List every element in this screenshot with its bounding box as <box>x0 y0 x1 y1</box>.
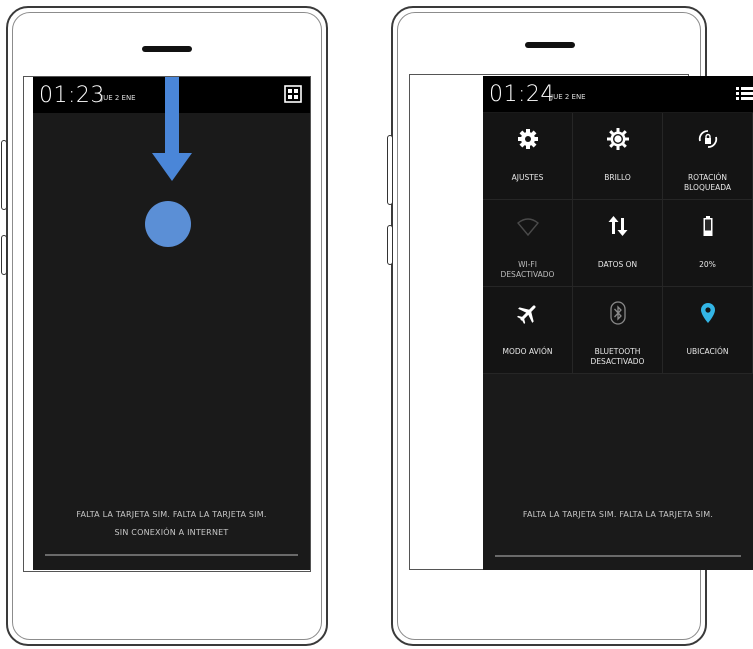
clock: 01:24 <box>489 82 555 107</box>
data-arrows-icon <box>608 216 627 236</box>
tile-bluetooth[interactable]: BLUETOOTH DESACTIVADO <box>573 287 663 374</box>
tile-label: WI-FI DESACTIVADO <box>500 260 555 279</box>
settings-gear-icon <box>517 129 538 149</box>
tile-settings[interactable]: AJUSTES <box>483 113 573 200</box>
bluetooth-icon <box>609 301 626 325</box>
tile-brightness[interactable]: BRILLO <box>573 113 663 200</box>
tile-label: AJUSTES <box>511 173 544 182</box>
volume-button <box>387 135 393 205</box>
tile-location[interactable]: UBICACIÓN <box>663 287 753 374</box>
screen-right[interactable]: 01:24 JUE 2 ENE AJUSTES BRILLO ROTACIÓN … <box>483 76 753 570</box>
date-label: JUE 2 ENE <box>551 93 586 101</box>
power-button <box>1 235 7 275</box>
tile-rotation-lock[interactable]: ROTACIÓN BLOQUEADA <box>663 113 753 200</box>
quick-settings-icon[interactable] <box>284 85 302 103</box>
volume-button <box>1 140 7 210</box>
sim-notice: FALTA LA TARJETA SIM. FALTA LA TARJETA S… <box>522 510 714 519</box>
tile-label: MODO AVIÓN <box>502 347 553 356</box>
tile-wifi[interactable]: WI-FI DESACTIVADO <box>483 200 573 287</box>
tile-label: 20% <box>699 260 716 269</box>
tile-label: BRILLO <box>604 173 631 182</box>
date-label: JUE 2 ENE <box>101 94 136 102</box>
sim-notice: FALTA LA TARJETA SIM. FALTA LA TARJETA S… <box>76 510 267 519</box>
airplane-icon <box>516 305 536 324</box>
wifi-off-icon <box>516 218 539 237</box>
connection-notice: SIN CONEXIÓN A INTERNET <box>114 528 229 537</box>
battery-icon <box>703 216 712 236</box>
location-pin-icon <box>700 303 715 323</box>
swipe-down-arrow-icon <box>152 77 192 181</box>
tile-mobile-data[interactable]: DATOS ON <box>573 200 663 287</box>
tile-airplane-mode[interactable]: MODO AVIÓN <box>483 287 573 374</box>
tile-label: BLUETOOTH DESACTIVADO <box>590 347 645 366</box>
bottom-divider <box>45 554 298 556</box>
tile-label: ROTACIÓN BLOQUEADA <box>684 173 731 192</box>
rotation-lock-icon <box>698 130 717 148</box>
clock: 01:23 <box>39 83 105 108</box>
status-bar[interactable]: 01:24 JUE 2 ENE <box>483 76 753 112</box>
brightness-icon <box>606 128 629 150</box>
quick-settings-grid: AJUSTES BRILLO ROTACIÓN BLOQUEADA WI-FI … <box>483 113 753 375</box>
tile-label: DATOS ON <box>597 260 638 269</box>
tile-label: UBICACIÓN <box>686 347 729 356</box>
notifications-list-icon[interactable] <box>735 84 753 102</box>
speaker-slot <box>525 42 575 48</box>
bottom-divider <box>495 555 741 557</box>
power-button <box>387 225 393 265</box>
touch-point-indicator <box>145 201 191 247</box>
speaker-slot <box>142 46 192 52</box>
screen-left[interactable]: 01:23 JUE 2 ENE FALTA LA TARJETA SIM. FA… <box>33 77 310 570</box>
tile-battery[interactable]: 20% <box>663 200 753 287</box>
